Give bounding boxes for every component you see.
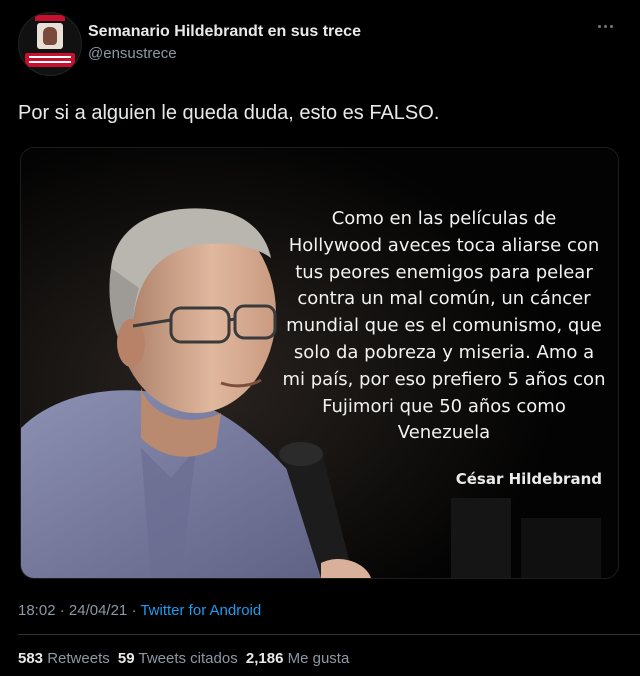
quotes-stat[interactable]: 59 Tweets citados <box>118 650 238 667</box>
quotes-count: 59 <box>117 650 135 667</box>
divider <box>18 634 640 635</box>
retweets-count: 583 <box>18 650 44 667</box>
tweet-date[interactable]: 24/04/21 <box>69 602 127 619</box>
quote-line: tus peores enemigos para pelear <box>295 261 593 283</box>
avatar-top-banner <box>35 15 65 21</box>
quote-line: Como en las películas de <box>331 208 557 229</box>
likes-count: 2,186 <box>245 650 284 667</box>
quote-text: Como en las películas de Hollywood avece… <box>279 206 609 447</box>
tweet-source-link[interactable]: Twitter for Android <box>140 602 261 619</box>
avatar-photo <box>37 23 63 49</box>
likes-label: Me gusta <box>287 650 350 667</box>
quotes-label: Tweets citados <box>138 650 238 667</box>
tweet-media-image[interactable]: Como en las películas de Hollywood avece… <box>20 147 619 579</box>
quote-line: Venezuela <box>397 422 491 444</box>
quote-line: contra un mal común, un cáncer <box>297 288 591 310</box>
quote-line: Fujimori que 50 años como <box>322 395 566 417</box>
tweet-stats: 583 Retweets 59 Tweets citados 2,186 Me … <box>18 649 353 669</box>
meta-separator: · <box>127 602 141 619</box>
quote-attribution: César Hildebrand <box>455 470 602 488</box>
avatar[interactable] <box>18 12 82 76</box>
tweet-meta: 18:02 · 24/04/21 · Twitter for Android <box>18 601 261 621</box>
tweet-time[interactable]: 18:02 <box>18 602 56 619</box>
likes-stat[interactable]: 2,186 Me gusta <box>246 650 349 667</box>
tweet-header: Semanario Hildebrandt en sus trece @ensu… <box>18 12 622 76</box>
more-dot <box>604 25 607 28</box>
avatar-bottom-banner <box>25 53 75 67</box>
more-options-icon[interactable] <box>596 20 616 34</box>
display-name[interactable]: Semanario Hildebrandt en sus trece <box>88 22 361 42</box>
author-names: Semanario Hildebrandt en sus trece @ensu… <box>88 22 361 64</box>
retweets-label: Retweets <box>47 650 110 667</box>
handle[interactable]: @ensustrece <box>88 44 361 64</box>
quote-line: Hollywood aveces toca aliarse con <box>288 234 600 256</box>
tweet-text: Por si a alguien le queda duda, esto es … <box>18 102 440 124</box>
quote-line: mi país, por eso prefiero 5 años con <box>282 368 606 390</box>
tweet: Semanario Hildebrandt en sus trece @ensu… <box>0 0 640 676</box>
more-dot <box>610 25 613 28</box>
more-dot <box>598 25 601 28</box>
quote-line: mundial que es el comunismo, que <box>286 315 602 337</box>
meta-separator: · <box>55 602 69 619</box>
quote-line: solo da pobreza y miseria. Amo a <box>293 341 595 363</box>
retweets-stat[interactable]: 583 Retweets <box>18 650 110 667</box>
